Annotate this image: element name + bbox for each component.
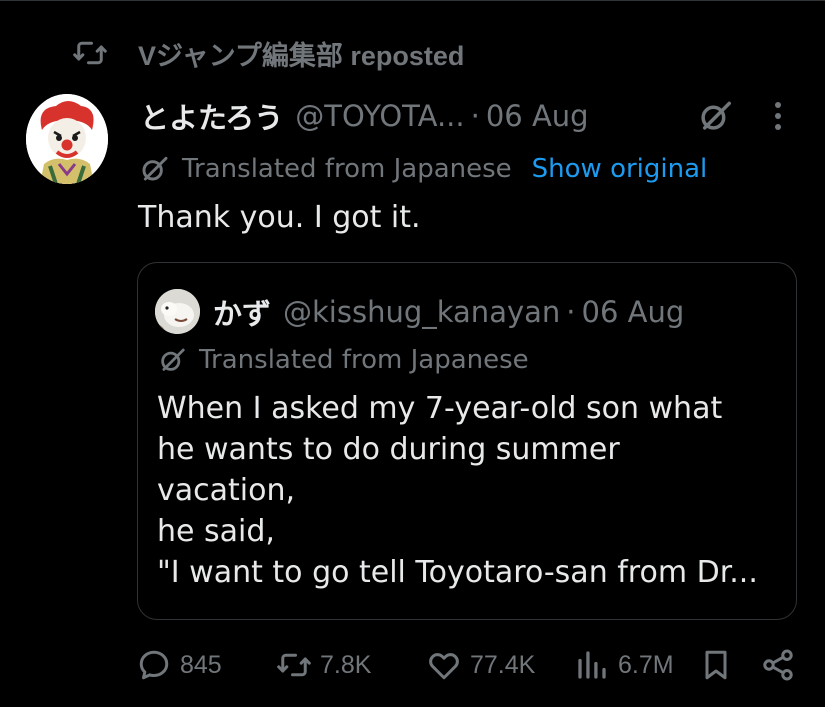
post-header: とよたろう @TOYOTA... · 06 Aug	[140, 94, 589, 138]
quoted-author-name: かず	[213, 297, 272, 331]
share-button[interactable]	[760, 642, 796, 688]
translate-icon	[138, 153, 170, 185]
header-separator: ·	[470, 99, 480, 133]
repost-icon	[276, 647, 312, 683]
views-button[interactable]: 6.7M	[574, 642, 674, 688]
top-divider	[0, 0, 825, 1]
quoted-text-line: vacation,	[157, 473, 296, 508]
repost-context[interactable]: Vジャンプ編集部 reposted	[72, 34, 464, 72]
quoted-author-handle: @kisshug_kanayan	[283, 295, 561, 329]
bookmark-icon	[698, 647, 734, 683]
quoted-translated-label: Translated from Japanese	[199, 345, 529, 375]
quoted-post-header: かず @kisshug_kanayan · 06 Aug	[213, 290, 684, 334]
post-text: Thank you. I got it.	[138, 200, 421, 235]
more-options-icon[interactable]	[764, 98, 792, 134]
quoted-text-line: "I want to go tell Toyotaro-san from Dr.…	[157, 555, 758, 590]
share-icon	[760, 647, 796, 683]
heart-icon	[426, 647, 462, 683]
translation-notice: Translated from Japanese Show original	[138, 150, 707, 188]
author-avatar[interactable]	[26, 94, 108, 184]
views-icon	[574, 647, 610, 683]
author-name[interactable]: とよたろう	[140, 95, 283, 137]
repost-count: 7.8K	[320, 650, 372, 679]
post-date[interactable]: 06 Aug	[486, 99, 589, 133]
reply-button[interactable]: 845	[136, 642, 222, 688]
quoted-author-avatar[interactable]	[155, 289, 200, 334]
quoted-post-date: 06 Aug	[581, 295, 685, 329]
quoted-text-line: he wants to do during summer	[157, 432, 620, 467]
show-original-link[interactable]: Show original	[532, 154, 708, 184]
quoted-text-line: When I asked my 7-year-old son what	[157, 391, 723, 426]
like-button[interactable]: 77.4K	[426, 642, 535, 688]
reply-icon	[136, 647, 172, 683]
repost-button[interactable]: 7.8K	[276, 642, 371, 688]
translated-label: Translated from Japanese	[182, 154, 512, 184]
like-count: 77.4K	[470, 650, 536, 679]
quoted-translation-notice: Translated from Japanese	[157, 342, 529, 378]
quoted-post-text: When I asked my 7-year-old son what he w…	[157, 388, 787, 593]
view-count: 6.7M	[618, 650, 674, 679]
grok-icon[interactable]	[696, 97, 734, 135]
quoted-text-line: he said,	[157, 514, 275, 549]
repost-icon	[72, 35, 108, 71]
translate-icon	[157, 345, 187, 375]
quoted-header-separator: ·	[566, 295, 576, 329]
author-handle[interactable]: @TOYOTA...	[295, 99, 464, 133]
reply-count: 845	[180, 650, 222, 679]
repost-label: Vジャンプ編集部 reposted	[138, 40, 465, 71]
action-bar: 845 7.8K 77.4K 6.7M	[136, 642, 806, 688]
bookmark-button[interactable]	[698, 642, 734, 688]
